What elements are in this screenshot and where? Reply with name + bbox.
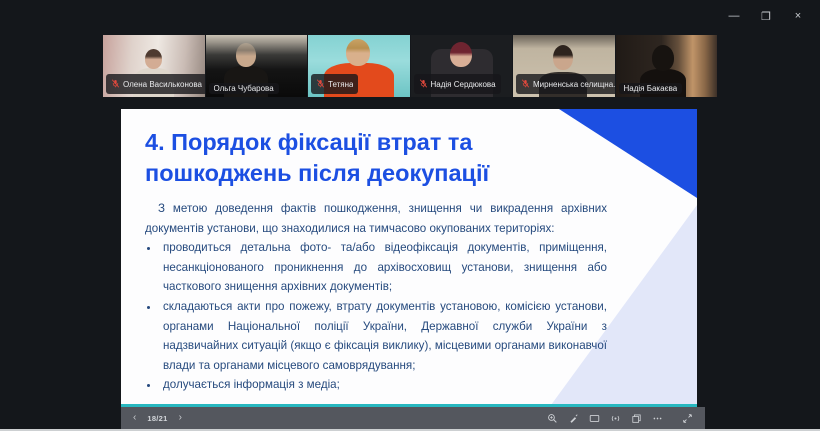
close-button[interactable]: × — [786, 6, 810, 26]
corner-triangle-blue — [559, 109, 697, 198]
page-indicator: 18/21 — [147, 413, 168, 423]
participant-name-label: Надія Бакаєва — [618, 83, 683, 94]
page-navigation: ‹ 18/21 › — [133, 407, 182, 429]
window-controls: — ❐ × — [722, 6, 810, 26]
participant-head — [651, 45, 674, 71]
broadcast-icon[interactable] — [608, 411, 623, 426]
participant-name-label: Мирненська селищна.. — [516, 74, 615, 94]
mic-muted-icon — [521, 75, 530, 93]
participant-tile[interactable]: Надія Бакаєва — [615, 35, 717, 97]
slide-bullet: проводиться детальна фото- та/або відеоф… — [160, 238, 607, 297]
participant-tile[interactable]: Олена Васильконова — [103, 35, 205, 97]
fullscreen-icon[interactable] — [680, 411, 695, 426]
participant-head — [235, 43, 256, 67]
participant-name: Ольга Чубарова — [213, 84, 274, 93]
prev-page-button[interactable]: ‹ — [133, 413, 136, 423]
participant-name-label: Тетяна — [311, 74, 359, 94]
participant-name: Мирненська селищна.. — [533, 79, 615, 89]
pages-icon[interactable] — [629, 411, 644, 426]
mic-muted-icon — [316, 75, 325, 93]
shared-slide: 4. Порядок фіксації втрат та пошкоджень … — [121, 109, 697, 405]
laser-pointer-icon[interactable] — [566, 411, 581, 426]
participant-head — [449, 42, 472, 67]
mic-muted-icon — [111, 75, 120, 93]
slide-bullet: долучається інформація з медіа; — [160, 375, 607, 395]
slide-body: З метою доведення фактів пошкодження, зн… — [145, 199, 607, 395]
participant-name: Надія Сердюкова — [430, 79, 496, 89]
slide-intro: З метою доведення фактів пошкодження, зн… — [145, 202, 607, 235]
participant-name: Тетяна — [328, 79, 354, 89]
screen-icon[interactable] — [587, 411, 602, 426]
meeting-window: — ❐ × Олена Васильконова Ольга Чубарова … — [0, 0, 820, 431]
participant-name-label: Надія Сердюкова — [413, 74, 501, 94]
presentation-toolbar: ‹ 18/21 › — [121, 407, 705, 429]
more-icon[interactable] — [650, 411, 665, 426]
restore-button[interactable]: ❐ — [754, 6, 778, 26]
participant-head — [553, 45, 573, 70]
participant-name: Олена Васильконова — [123, 79, 202, 89]
participant-name-label: Олена Васильконова — [106, 74, 205, 94]
slide-bullet-list: проводиться детальна фото- та/або відеоф… — [145, 238, 607, 395]
participant-head — [145, 49, 162, 69]
participant-strip: Олена Васильконова Ольга Чубарова Тетяна… — [103, 35, 717, 97]
participant-name: Надія Бакаєва — [623, 84, 678, 93]
participant-head — [346, 39, 370, 66]
participant-name-label: Ольга Чубарова — [208, 83, 279, 94]
slide-bullet: складаються акти про пожежу, втрату доку… — [160, 297, 607, 375]
toolbar-tools — [545, 407, 695, 429]
participant-tile[interactable]: Тетяна — [308, 35, 410, 97]
participant-tile[interactable]: Надія Сердюкова — [410, 35, 512, 97]
minimize-button[interactable]: — — [722, 6, 746, 26]
slide-title: 4. Порядок фіксації втрат та пошкоджень … — [145, 129, 490, 186]
next-page-button[interactable]: › — [179, 413, 182, 423]
participant-tile[interactable]: Ольга Чубарова — [205, 35, 307, 97]
mic-muted-icon — [419, 75, 428, 93]
participant-tile[interactable]: Мирненська селищна.. — [513, 35, 615, 97]
zoom-in-icon[interactable] — [545, 411, 560, 426]
